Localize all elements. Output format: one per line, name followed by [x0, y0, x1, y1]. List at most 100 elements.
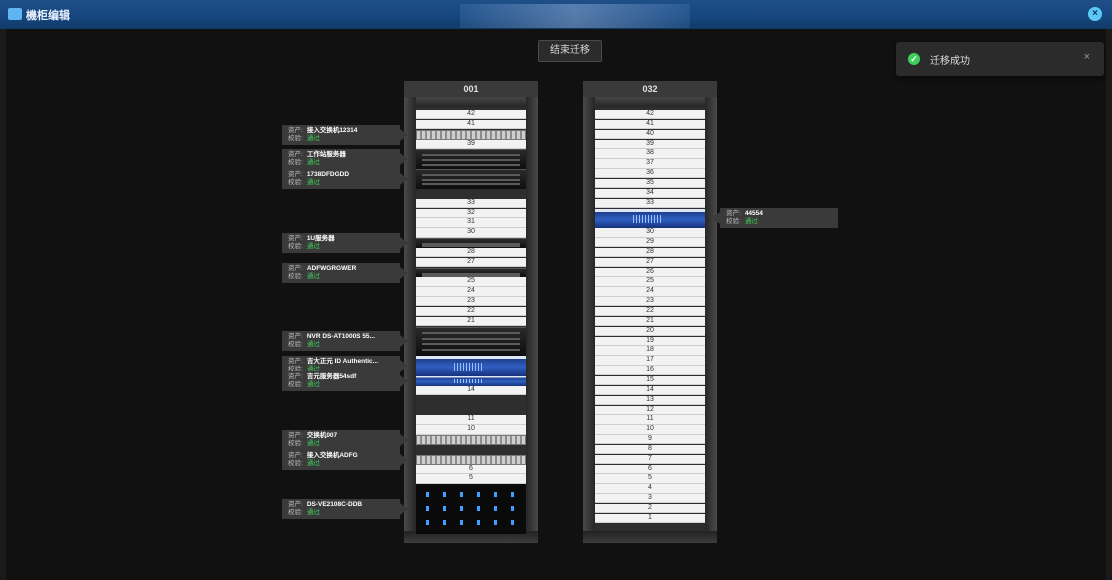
rack-unit-slot: 23 [595, 297, 705, 307]
rack-unit-slot: 3 [595, 494, 705, 504]
rack-device-server[interactable] [416, 149, 526, 170]
check-status: 通过 [306, 134, 320, 142]
rack-unit-slot: 25 [595, 277, 705, 287]
asset-label: 资产: [288, 372, 303, 380]
check-status: 通过 [306, 272, 320, 280]
rack-unit-slot: 19 [595, 336, 705, 346]
check-label: 校验: [288, 242, 303, 250]
title-bar: 機柜编辑 × [0, 0, 1112, 29]
title-glow [460, 4, 690, 28]
rack-unit-slot: 9 [595, 435, 705, 445]
rack-device-server[interactable] [416, 238, 526, 248]
rack-bevel-top [583, 97, 717, 107]
check-label: 校验: [288, 508, 303, 516]
rack-unit-slot: 39 [416, 139, 526, 149]
rack-unit-slot: 22 [416, 307, 526, 317]
check-status: 通过 [306, 341, 320, 349]
toast-message: 迁移成功 [930, 56, 970, 67]
main-area [6, 29, 1106, 580]
rack-unit-slot: 20 [595, 326, 705, 337]
rack-unit-slot: 6 [595, 464, 705, 474]
rack-device-blue[interactable] [416, 375, 526, 386]
device-info-tag: 资产: NVR DS-AT1000S 55... 校验: 通过 [282, 331, 408, 352]
rack-unit-slot: 27 [416, 257, 526, 268]
rack-bevel-right [526, 97, 538, 543]
rack-unit-slot: 16 [595, 366, 705, 376]
rack-unit-slot: 33 [416, 198, 526, 208]
rack-unit-slot: 6 [416, 464, 526, 474]
rack-unit-slot: 39 [595, 139, 705, 149]
check-status: 通过 [306, 380, 320, 388]
asset-label: 资产: [288, 358, 303, 366]
rack-unit-slot: 40 [595, 129, 705, 140]
rack-unit-slot: 14 [416, 385, 526, 396]
asset-value: 交换机007 [306, 431, 338, 439]
check-circle-icon: ✓ [908, 53, 920, 65]
rack-unit-slot: 28 [595, 247, 705, 258]
check-label: 校验: [288, 178, 303, 186]
check-status: 通过 [744, 218, 758, 226]
end-migration-button[interactable]: 结束迁移 [538, 40, 602, 62]
rack-unit-slot: 24 [416, 287, 526, 297]
asset-label: 资产: [288, 151, 303, 159]
rack-device-blue[interactable] [595, 208, 705, 229]
asset-value: 44554 [744, 210, 763, 218]
rack-unit-slot: 31 [416, 218, 526, 228]
rack-unit-slot: 11 [416, 415, 526, 425]
rack-unit-slot: 23 [416, 297, 526, 307]
check-label: 校验: [288, 380, 303, 388]
rack-device-server[interactable] [416, 267, 526, 278]
rack-device-server[interactable] [416, 169, 526, 189]
rack-unit-slot: 15 [595, 375, 705, 386]
asset-value: 1738DFDGDD [306, 170, 350, 178]
check-status: 通过 [306, 242, 320, 250]
rack-unit-slot: 42 [416, 110, 526, 120]
rack-unit-slot: 41 [416, 119, 526, 130]
rack-name: 001 [404, 81, 538, 97]
device-info-tag: 资产: 吉元服务器54sdf 校验: 通过 [282, 370, 408, 391]
rack-device-switch[interactable] [416, 129, 526, 140]
asset-label: 资产: [288, 264, 303, 272]
asset-value: NVR DS-AT1000S 55... [306, 333, 375, 341]
rack-unit-slot: 37 [595, 159, 705, 169]
check-label: 校验: [726, 218, 741, 226]
rack-unit-slot: 30 [416, 228, 526, 238]
rack-bevel-bottom [583, 531, 717, 543]
asset-label: 资产: [288, 170, 303, 178]
rack-unit-slot: 27 [595, 257, 705, 268]
rack-unit-slot: 4 [595, 484, 705, 494]
asset-value: 1U服务器 [306, 234, 335, 242]
toast-close-button[interactable]: × [1084, 51, 1090, 63]
rack-unit-slot: 24 [595, 287, 705, 297]
rack-device-server[interactable] [416, 326, 526, 357]
rack-device-switch[interactable] [416, 435, 526, 445]
rack-unit-slot: 41 [595, 119, 705, 130]
device-info-tag: 资产: 1738DFDGDD 校验: 通过 [282, 168, 408, 189]
rack-unit-slot: 38 [595, 149, 705, 159]
rack-unit-slot: 22 [595, 307, 705, 317]
device-info-tag: 资产: 接入交换机ADFG 校验: 通过 [282, 449, 408, 470]
device-info-tag: 资产: 交换机007 校验: 通过 [282, 429, 408, 450]
rack-unit-slot: 7 [595, 454, 705, 465]
rack-device-switch[interactable] [416, 454, 526, 465]
asset-value: 工作站服务器 [306, 151, 346, 159]
rack-bevel-left [583, 97, 595, 543]
rack-unit-slot: 34 [595, 188, 705, 199]
rack-name: 032 [583, 81, 717, 97]
rack-unit-slot: 18 [595, 346, 705, 356]
rack-unit-slot: 14 [595, 385, 705, 396]
rack-unit-slot: 10 [595, 425, 705, 435]
check-status: 通过 [306, 508, 320, 516]
close-icon[interactable]: × [1088, 7, 1102, 21]
rack-device-blue[interactable] [416, 356, 526, 376]
rack-unit-slot: 29 [595, 238, 705, 248]
check-status: 通过 [306, 439, 320, 447]
rack-unit-slot: 26 [595, 267, 705, 277]
device-info-tag: 资产: 工作站服务器 校验: 通过 [282, 149, 408, 170]
asset-label: 资产: [288, 126, 303, 134]
rack-bevel-right [705, 97, 717, 543]
rack-unit-slot: 1 [595, 513, 705, 524]
rack-unit-slot: 2 [595, 504, 705, 514]
check-label: 校验: [288, 134, 303, 142]
rack-device-storage[interactable] [416, 484, 526, 534]
